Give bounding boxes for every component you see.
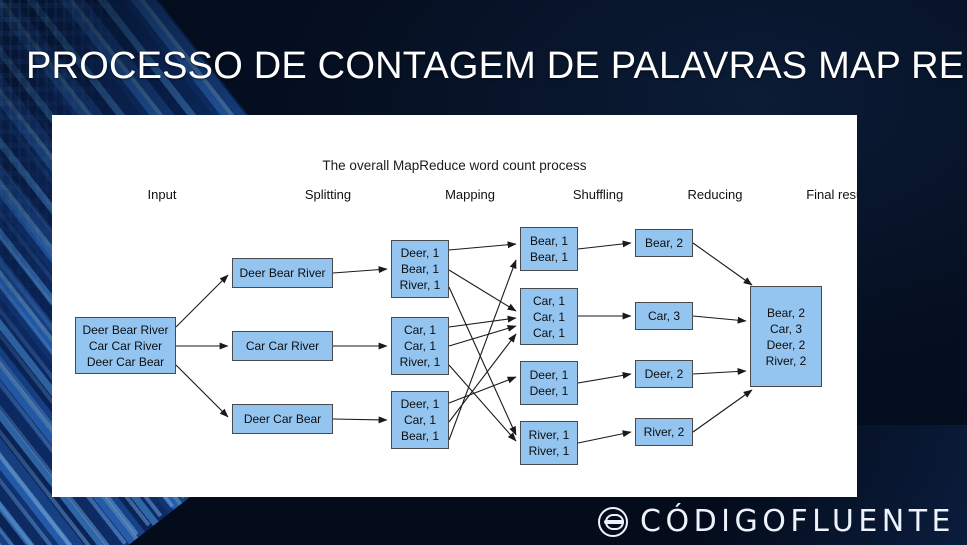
node-line: Deer Bear River (239, 266, 326, 280)
node-shuffling-1: Bear, 1 Bear, 1 (520, 227, 578, 271)
node-splitting-2: Car Car River (232, 331, 333, 361)
node-reducing-1: Bear, 2 (635, 229, 693, 257)
node-mapping-3: Deer, 1 Car, 1 Bear, 1 (391, 391, 449, 449)
node-line: River, 1 (528, 444, 570, 458)
diagram-panel: The overall MapReduce word count process… (52, 115, 857, 497)
node-line: Bear, 2 (766, 305, 806, 320)
node-reducing-3: Deer, 2 (635, 360, 693, 388)
node-line: River, 2 (643, 425, 685, 439)
node-line: Deer, 1 (529, 368, 569, 382)
node-final-1: Bear, 2 Car, 3 Deer, 2 River, 2 (750, 286, 822, 387)
node-line: Car Car River (245, 339, 320, 353)
node-line: Car, 1 (532, 309, 565, 324)
node-line: River, 2 (765, 353, 807, 368)
node-line: Deer Bear River (82, 322, 169, 337)
node-line: Bear, 1 (529, 250, 569, 264)
node-splitting-3: Deer Car Bear (232, 404, 333, 434)
circle-e-mark-icon (598, 506, 629, 537)
node-line: Bear, 1 (400, 262, 440, 276)
node-splitting-1: Deer Bear River (232, 258, 333, 288)
node-line: River, 1 (528, 428, 570, 442)
node-line: Deer, 1 (400, 397, 440, 411)
node-line: Car, 1 (532, 293, 565, 308)
node-line: Deer Car Bear (243, 412, 322, 426)
node-line: Car, 3 (647, 309, 680, 323)
node-line: Deer, 2 (766, 337, 806, 352)
node-line: Car Car River (88, 338, 163, 353)
node-line: River, 1 (399, 355, 441, 369)
node-input-1: Deer Bear River Car Car River Deer Car Bea… (75, 317, 176, 374)
brand-wordmark: CÓDIGOFLUENTE (640, 504, 955, 539)
node-line: Car, 1 (403, 323, 436, 337)
node-line: Car, 1 (532, 325, 565, 340)
node-line: Car, 3 (769, 321, 802, 336)
node-mapping-1: Deer, 1 Bear, 1 River, 1 (391, 240, 449, 298)
node-line: Bear, 1 (529, 234, 569, 248)
node-line: Deer, 1 (529, 384, 569, 398)
node-line: Car, 1 (403, 339, 436, 353)
node-line: Bear, 2 (644, 236, 684, 250)
diagram-edges (175, 240, 753, 444)
node-shuffling-4: River, 1 River, 1 (520, 421, 578, 465)
node-mapping-2: Car, 1 Car, 1 River, 1 (391, 317, 449, 375)
node-line: Deer, 2 (644, 367, 684, 381)
node-line: Bear, 1 (400, 429, 440, 443)
node-line: Deer Car Bear (86, 354, 165, 369)
node-shuffling-3: Deer, 1 Deer, 1 (520, 361, 578, 405)
node-reducing-2: Car, 3 (635, 302, 693, 330)
node-line: Car, 1 (403, 413, 436, 427)
node-shuffling-2: Car, 1 Car, 1 Car, 1 (520, 288, 578, 345)
node-reducing-4: River, 2 (635, 418, 693, 446)
node-line: River, 1 (399, 278, 441, 292)
slide-title: PROCESSO DE CONTAGEM DE PALAVRAS MAP RED… (26, 45, 967, 87)
diagram-canvas: The overall MapReduce word count process… (52, 115, 857, 497)
footer-brand-logo: CÓDIGOFLUENTE (598, 504, 955, 539)
node-line: Deer, 1 (400, 246, 440, 260)
